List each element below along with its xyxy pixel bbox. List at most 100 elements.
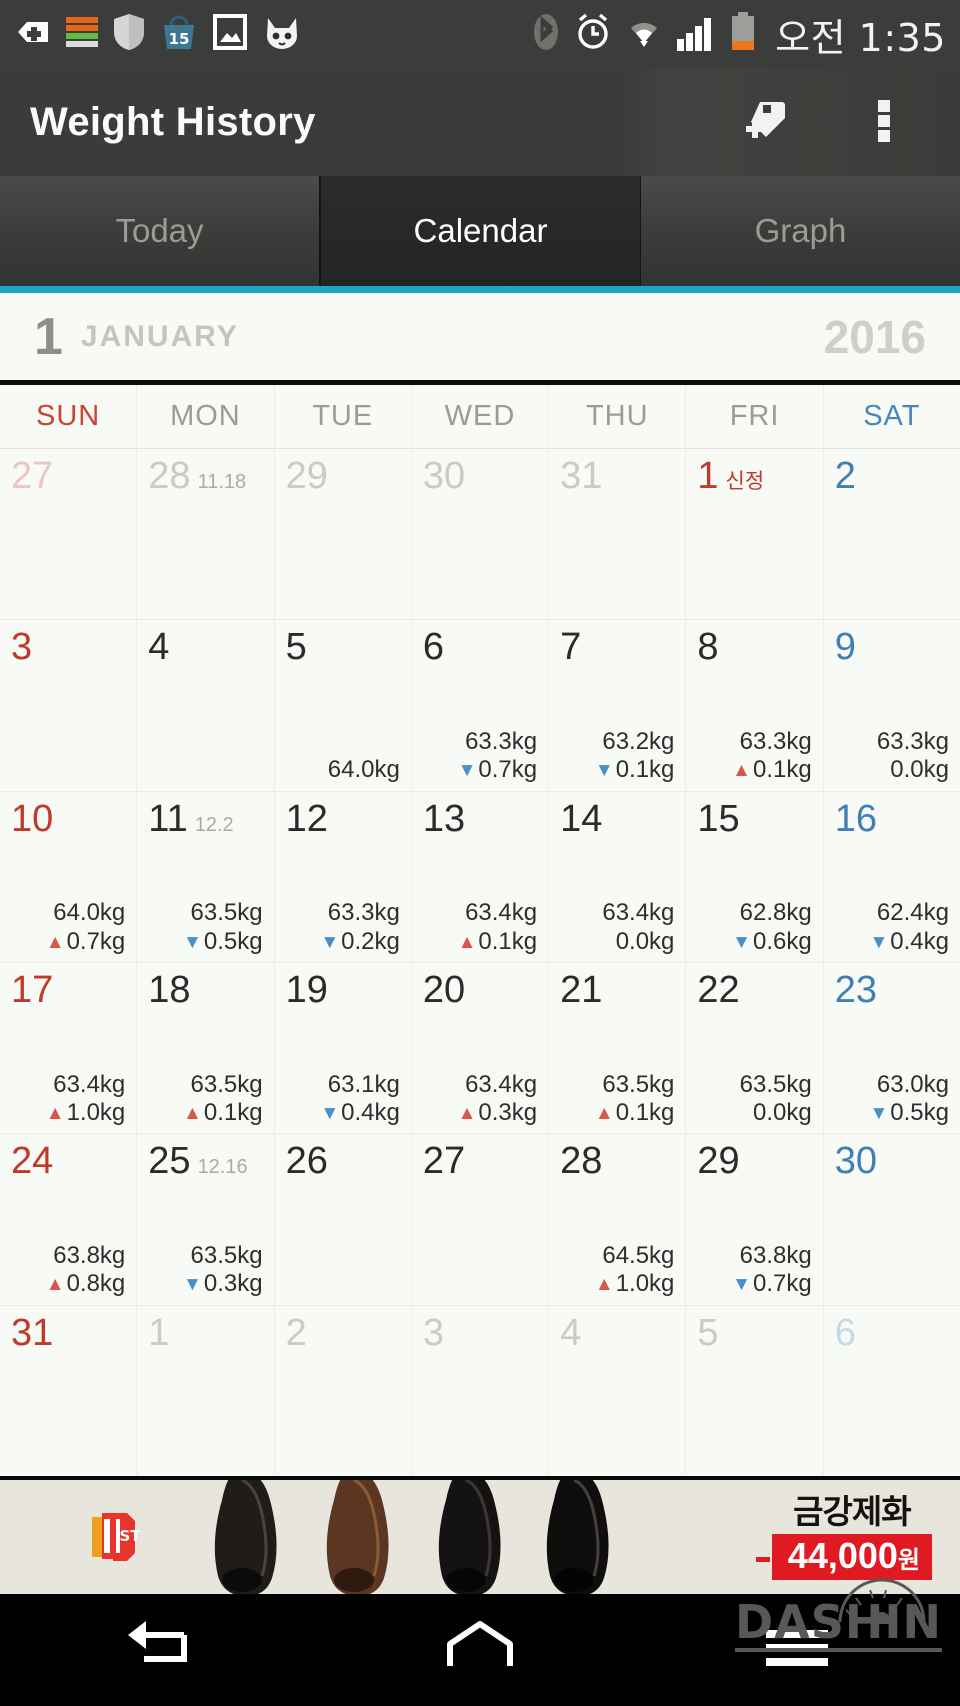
delta-up-arrow-icon: ▲ (457, 1103, 477, 1124)
shopping-bag-15-icon: 15 (160, 12, 198, 57)
calendar-day-cell[interactable]: 28 64.5kg ▲1.0kg (549, 1134, 687, 1305)
day-header: 9 (835, 627, 949, 668)
calendar-day-cell[interactable]: 6 (824, 1306, 960, 1476)
day-header: 23 (834, 968, 949, 1011)
calendar-day-cell[interactable]: 28 11.18 (137, 449, 275, 620)
calendar-day-cell[interactable]: 29 (275, 449, 412, 620)
calendar-day-cell[interactable]: 10 64.0kg ▲0.7kg (0, 791, 138, 962)
11st-logo-icon: ST (86, 1507, 148, 1567)
tab-label: Calendar (413, 212, 548, 249)
weight-entry: 63.8kg ▼0.7kg (697, 1242, 812, 1299)
weight-delta: 0.0kg (697, 1099, 812, 1127)
tab-graph[interactable]: Graph (641, 176, 960, 286)
ad-banner[interactable]: ST 금강제화 44,000원 (0, 1476, 960, 1594)
day-number: 31 (11, 1311, 54, 1354)
delta-value: 0.4kg (890, 927, 949, 955)
weight-delta: ▼0.5kg (148, 928, 263, 956)
delta-up-arrow-icon: ▲ (45, 1103, 65, 1124)
calendar-day-cell[interactable]: 24 63.8kg ▲0.8kg (0, 1134, 138, 1305)
calendar-day-cell[interactable]: 19 63.1kg ▼0.4kg (275, 962, 412, 1134)
lunar-date-label: 12.2 (194, 813, 234, 836)
day-header: 2 (286, 1313, 400, 1354)
calendar-day-cell[interactable]: 16 62.4kg ▼0.4kg (824, 792, 960, 962)
calendar-day-cell[interactable]: 1 (137, 1305, 275, 1476)
calendar-day-cell[interactable]: 15 62.8kg ▼0.6kg (686, 791, 824, 962)
calendar-day-cell[interactable]: 3 (412, 1305, 550, 1476)
calendar-day-cell[interactable]: 3 (0, 620, 138, 791)
delta-up-arrow-icon: ▲ (594, 1274, 614, 1296)
home-icon (440, 1618, 520, 1683)
nav-home-button[interactable] (320, 1618, 640, 1683)
weight-value: 63.5kg (739, 1070, 812, 1098)
calendar-day-cell[interactable]: 6 63.3kg ▼0.7kg (412, 620, 550, 791)
day-number: 27 (422, 1140, 466, 1183)
day-header: 6 (422, 626, 537, 669)
month-header[interactable]: 1 JANUARY 2016 (0, 293, 960, 385)
calendar-day-cell[interactable]: 27 (412, 1134, 550, 1305)
weekday-mon: MON (137, 385, 275, 448)
weight-entry: 63.5kg ▼0.5kg (148, 899, 263, 956)
nav-back-button[interactable] (0, 1617, 320, 1684)
calendar-day-cell[interactable]: 26 (275, 1134, 412, 1305)
holiday-label: 신정 (725, 470, 765, 493)
calendar-day-cell[interactable]: 25 12.16 63.5kg ▼0.3kg (137, 1134, 275, 1305)
cat-face-icon (262, 12, 302, 57)
weight-delta: ▲0.7kg (11, 928, 126, 956)
month-name: JANUARY (80, 319, 239, 353)
day-number: 6 (422, 626, 444, 669)
weight-entry: 63.3kg ▼0.2kg (286, 899, 400, 956)
calendar-day-cell[interactable]: 8 63.3kg ▲0.1kg (686, 620, 824, 791)
calendar-day-cell[interactable]: 13 63.4kg ▲0.1kg (412, 791, 550, 962)
weight-delta: ▼0.2kg (286, 928, 400, 956)
calendar-day-cell[interactable]: 17 63.4kg ▲1.0kg (0, 962, 138, 1134)
calendar-week-row: 3 4 5 64.0kg 6 63.3kg ▼0.7kg 7 63.2kg ▼0.1kg 8 63.3… (0, 620, 960, 792)
calendar-day-cell[interactable]: 29 63.8kg ▼0.7kg (686, 1134, 824, 1305)
calendar-day-cell[interactable]: 14 63.4kg 0.0kg (549, 791, 687, 962)
calendar-day-cell[interactable]: 12 63.3kg ▼0.2kg (275, 791, 412, 962)
calendar-day-cell[interactable]: 2 (824, 449, 960, 619)
calendar-day-cell[interactable]: 31 (549, 449, 687, 620)
weight-entry: 63.5kg 0.0kg (697, 1070, 812, 1128)
calendar-day-cell[interactable]: 1 신정 (686, 449, 824, 620)
delta-value: 1.0kg (615, 1270, 675, 1298)
day-number: 4 (148, 626, 170, 669)
lunar-date-label: 12.16 (197, 1156, 248, 1179)
delta-value: 1.0kg (66, 1099, 126, 1126)
tab-calendar[interactable]: Calendar (320, 176, 641, 286)
calendar-day-cell[interactable]: 11 12.2 63.5kg ▼0.5kg (137, 791, 275, 962)
weight-value: 63.5kg (190, 899, 263, 927)
cellular-signal-icon (675, 11, 719, 58)
calendar-day-cell[interactable]: 4 (549, 1305, 687, 1476)
calendar-day-cell[interactable]: 5 (686, 1305, 824, 1476)
weight-delta: ▼0.5kg (835, 1099, 949, 1127)
calendar-day-cell[interactable]: 23 63.0kg ▼0.5kg (824, 963, 960, 1133)
day-number: 23 (834, 968, 877, 1011)
calendar-day-cell[interactable]: 30 (824, 1134, 960, 1304)
calendar-day-cell[interactable]: 22 63.5kg 0.0kg (686, 962, 824, 1134)
calendar-day-cell[interactable]: 5 64.0kg (275, 620, 412, 791)
svg-text:ST: ST (119, 1527, 141, 1545)
day-header: 19 (286, 970, 400, 1011)
day-number: 4 (560, 1311, 582, 1354)
delta-value: 0.1kg (615, 1099, 675, 1126)
delta-up-arrow-icon: ▲ (732, 760, 751, 782)
weekday-header: SUN MON TUE WED THU FRI SAT (0, 385, 960, 449)
weight-delta: ▲1.0kg (11, 1099, 126, 1127)
calendar-day-cell[interactable]: 4 (137, 620, 275, 791)
alarm-clock-icon (573, 11, 613, 58)
weight-value: 64.5kg (602, 1242, 675, 1270)
calendar-day-cell[interactable]: 20 63.4kg ▲0.3kg (412, 962, 550, 1134)
calendar-day-cell[interactable]: 30 (412, 449, 550, 620)
medical-plus-icon (14, 13, 52, 56)
calendar-day-cell[interactable]: 2 (275, 1305, 412, 1476)
calendar-day-cell[interactable]: 21 63.5kg ▲0.1kg (549, 962, 687, 1134)
calendar-day-cell[interactable]: 27 (0, 449, 138, 620)
calendar-day-cell[interactable]: 9 63.3kg 0.0kg (824, 620, 960, 790)
calendar-day-cell[interactable]: 18 63.5kg ▲0.1kg (137, 962, 275, 1134)
tab-today[interactable]: Today (0, 176, 320, 286)
add-tag-button[interactable] (734, 90, 798, 154)
overflow-menu-button[interactable] (852, 90, 916, 154)
day-number: 20 (422, 968, 466, 1011)
calendar-day-cell[interactable]: 7 63.2kg ▼0.1kg (549, 620, 687, 791)
calendar-day-cell[interactable]: 31 (0, 1305, 138, 1476)
